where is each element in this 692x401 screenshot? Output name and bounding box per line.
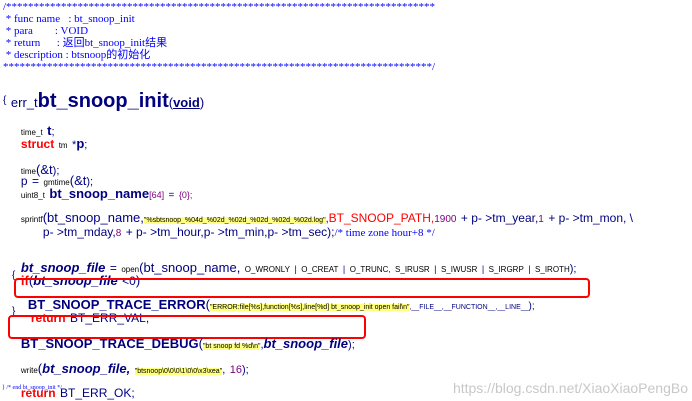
end-comment: } /* end bt_snoop_init */: [2, 385, 62, 391]
pipe: |: [528, 264, 531, 274]
number: 8: [115, 228, 122, 239]
header-bytes-string: "btsnoop\0\0\0\1\0\0\x3\xea": [134, 368, 223, 375]
expr: p- >tm_mday,: [42, 225, 116, 239]
flag: O_TRUNC,: [349, 265, 391, 274]
expr: + p- >tm_mon, \: [548, 211, 634, 225]
paren: );: [528, 301, 535, 312]
var-name: bt_snoop_file: [263, 336, 349, 351]
inline-comment: /* time zone hour+8 */: [334, 227, 435, 239]
macro-args: ,__FILE__,__FUNCTION__,__LINE__: [409, 304, 529, 311]
header-comment-line-2: * func name : bt_snoop_init: [3, 13, 135, 25]
semicolon: ;: [84, 139, 88, 151]
header-comment-line-3: * para : VOID: [3, 25, 89, 37]
number: 1: [538, 214, 544, 225]
pipe: |: [434, 264, 437, 274]
return-value: BT_ERR_OK;: [60, 386, 135, 400]
flag: S_IRGRP: [488, 265, 524, 274]
number: 16: [229, 364, 242, 376]
paren: );: [241, 364, 249, 376]
pipe: |: [294, 264, 297, 274]
flag: S_IROTH: [535, 265, 570, 274]
flag: S_IRUSR: [395, 265, 430, 274]
comma: ,: [222, 364, 226, 376]
paren: );: [569, 263, 577, 275]
header-comment-line-5: * description : btsnoop的初始化: [3, 49, 151, 61]
void-keyword: void: [173, 95, 200, 110]
watermark: https://blog.csdn.net/XiaoXiaoPengBo: [452, 380, 688, 396]
open-brace: {: [3, 95, 7, 106]
header-comment-line-1: /***************************************…: [3, 1, 436, 13]
pipe: |: [342, 264, 346, 274]
function-signature: err_tbt_snoop_init(void): [2, 75, 204, 111]
paren: );: [348, 339, 355, 351]
pipe: |: [481, 264, 485, 274]
number: 1900: [434, 214, 457, 225]
flag: O_WRONLY: [244, 265, 290, 274]
error-message-string: "ERROR:file[%s],function[%s],line[%d] bt…: [209, 304, 410, 311]
flag: O_CREAT: [301, 265, 339, 274]
arg: bt_snoop_name,: [143, 260, 241, 275]
header-comment-line-6: ****************************************…: [3, 61, 436, 73]
sprintf-line-2: p- >tm_mday,8 + p- >tm_hour,p- >tm_min,p…: [34, 208, 435, 240]
paren-close: ): [199, 95, 205, 110]
expr: + p- >tm_hour,p- >tm_min,p- >tm_sec);: [125, 225, 335, 239]
type-name: tm: [58, 141, 68, 150]
expr: + p- >tm_year,: [460, 211, 539, 225]
flag: S_IWUSR: [440, 265, 478, 274]
function-name: bt_snoop_init: [37, 90, 169, 112]
header-comment-line-4: * return : 返回bt_snoop_init结果: [3, 37, 168, 49]
